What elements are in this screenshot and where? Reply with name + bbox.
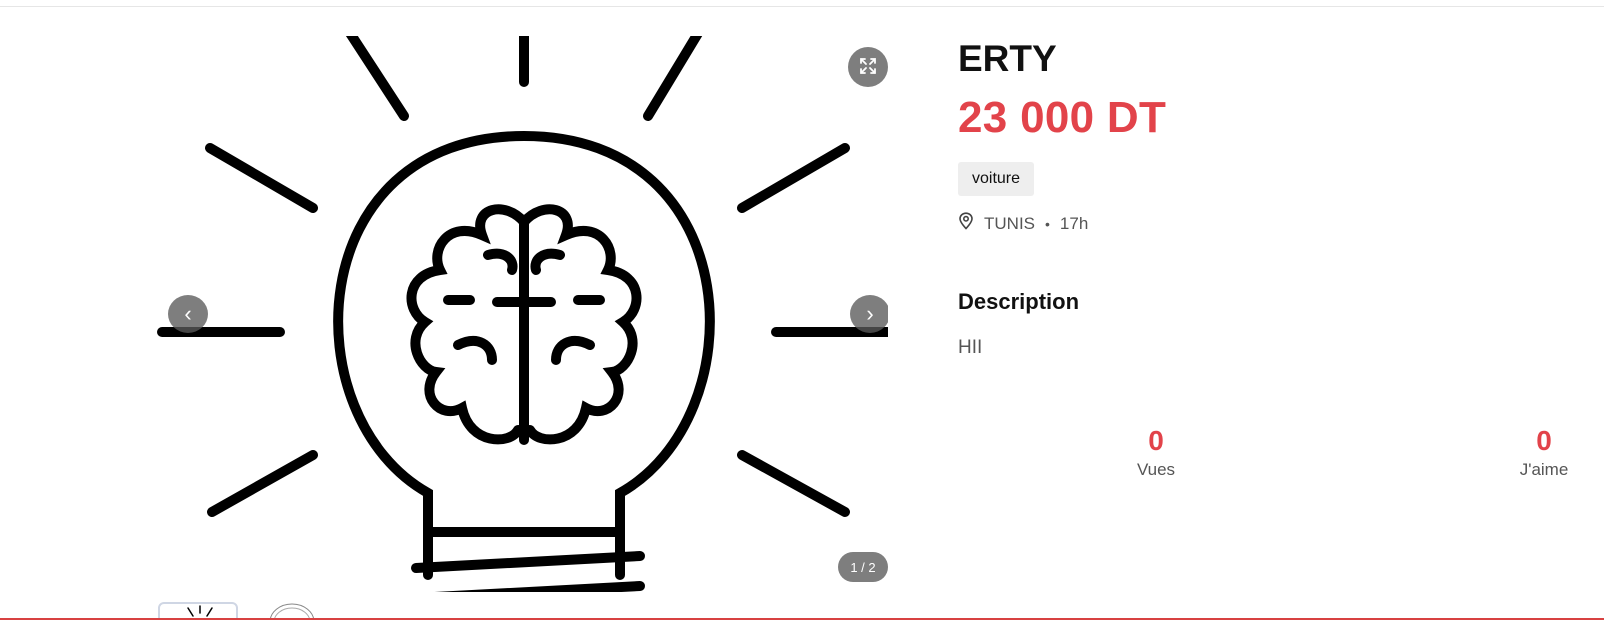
listing-title: ERTY (958, 38, 1057, 79)
description-heading: Description (958, 289, 1080, 314)
lightbulb-brain-image (157, 36, 888, 592)
image-counter: 1 / 2 (838, 552, 888, 582)
listing-stats: 0 Vues 0 J'aime (958, 424, 1568, 494)
likes-count: 0 (1536, 425, 1552, 456)
description-text: HII (958, 337, 983, 358)
chevron-right-icon: › (866, 301, 874, 326)
listing-price: 23 000 DT (958, 93, 1167, 142)
location-pin-icon (958, 212, 974, 235)
views-count: 0 (1148, 425, 1164, 456)
location-time-row: TUNIS • 17h (958, 212, 1558, 235)
header-divider (0, 6, 1604, 7)
likes-stat: 0 J'aime (1484, 424, 1604, 480)
listing-page: ‹ › 1 / 2 ERTY 23 000 DT voiture TUNIS •… (0, 0, 1604, 620)
category-tag[interactable]: voiture (958, 162, 1035, 196)
likes-label: J'aime (1519, 460, 1569, 479)
next-image-button[interactable]: › (850, 295, 888, 333)
views-label: Vues (1136, 460, 1176, 479)
listing-details: ERTY 23 000 DT voiture TUNIS • 17h Descr… (958, 36, 1558, 359)
meta-separator: • (1045, 215, 1050, 232)
fullscreen-button[interactable] (848, 47, 888, 87)
previous-image-button[interactable]: ‹ (168, 295, 208, 333)
image-gallery[interactable]: ‹ › 1 / 2 (148, 36, 888, 592)
views-stat: 0 Vues (1096, 424, 1216, 480)
chevron-left-icon: ‹ (184, 301, 192, 326)
expand-icon (859, 57, 877, 78)
posted-time: 17h (1059, 213, 1089, 233)
location-text: TUNIS (984, 213, 1035, 233)
